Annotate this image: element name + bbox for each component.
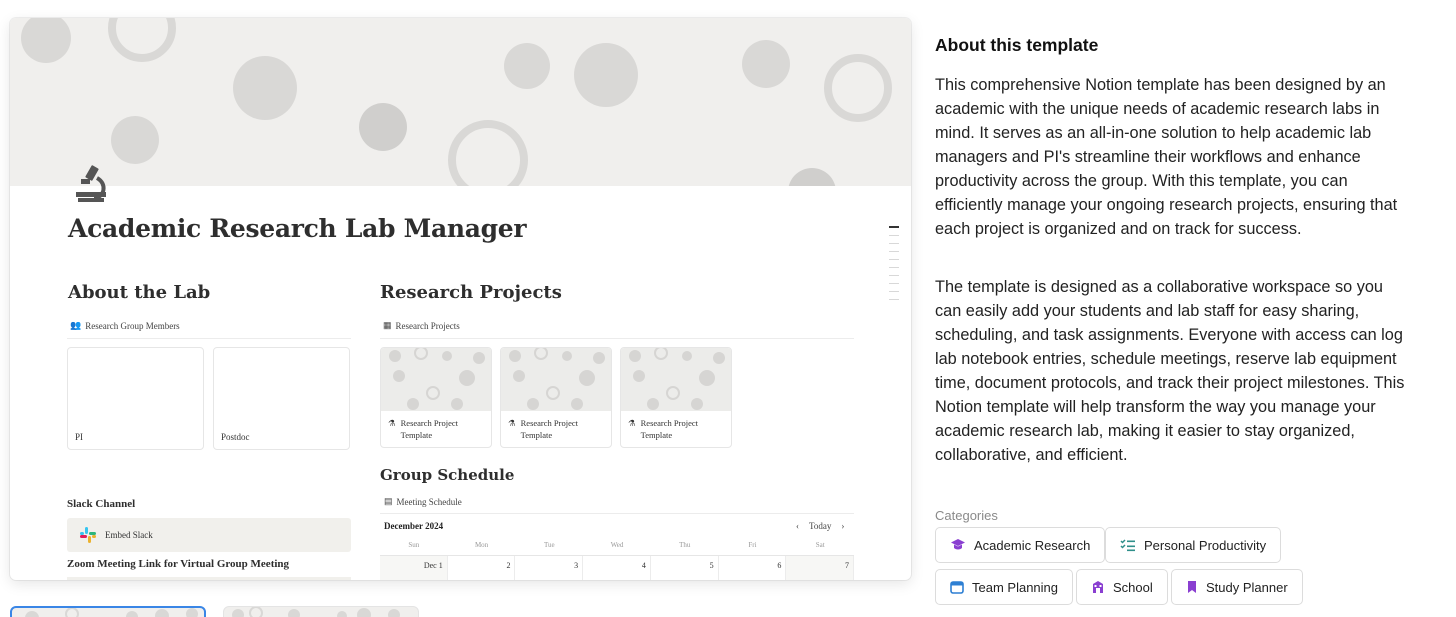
slack-icon (80, 527, 96, 543)
member-role: PI (75, 432, 84, 442)
weekday: Thu (679, 541, 691, 549)
zoom-link-block[interactable] (67, 577, 351, 580)
flask-icon: ⚗ (388, 418, 396, 428)
people-icon: 👥 (70, 320, 82, 330)
calendar-icon: ▤ (384, 496, 393, 506)
divider (67, 338, 351, 339)
category-school[interactable]: School (1076, 569, 1168, 605)
page-title: Academic Research Lab Manager (68, 214, 527, 243)
calendar-day[interactable]: 3 (515, 556, 584, 580)
weekday: Sat (815, 541, 825, 549)
research-project-card[interactable]: ⚗ Research Project Template (500, 347, 612, 448)
gallery-icon: ▦ (383, 320, 392, 330)
graduation-cap-icon (951, 539, 965, 550)
calendar-day[interactable]: 4 (583, 556, 651, 580)
calendar-nav: ‹ Today › (796, 521, 844, 531)
divider (380, 513, 854, 514)
member-role: Postdoc (221, 432, 250, 442)
calendar-day[interactable]: 5 (651, 556, 719, 580)
meeting-schedule-label[interactable]: ▤ Meeting Schedule (384, 496, 462, 507)
weekday: Tue (543, 541, 555, 549)
member-card-pi[interactable]: PI (67, 347, 204, 450)
category-team-planning[interactable]: Team Planning (935, 569, 1073, 605)
card-title: Research Project Template (400, 418, 458, 441)
weekday: Mon (474, 541, 489, 549)
flask-icon: ⚗ (508, 418, 516, 428)
calendar-day[interactable]: Dec 1 (380, 556, 448, 580)
category-study-planner[interactable]: Study Planner (1171, 569, 1303, 605)
slack-channel-heading: Slack Channel (67, 498, 136, 510)
divider (380, 338, 854, 339)
research-project-card[interactable]: ⚗ Research Project Template (380, 347, 492, 448)
calendar-month: December 2024 (384, 521, 444, 531)
preview-thumbnail[interactable] (223, 606, 419, 617)
template-preview[interactable]: Academic Research Lab Manager About the … (10, 18, 911, 580)
microscope-icon (76, 165, 106, 202)
about-paragraph-2: The template is designed as a collaborat… (935, 278, 1405, 464)
embed-slack-block[interactable]: Embed Slack (67, 518, 351, 552)
research-project-card[interactable]: ⚗ Research Project Template (620, 347, 732, 448)
cover-image (10, 18, 911, 186)
category-academic-research[interactable]: Academic Research (935, 527, 1106, 563)
group-schedule-heading: Group Schedule (380, 466, 515, 484)
checklist-icon (1120, 539, 1135, 552)
embed-slack-label: Embed Slack (105, 530, 153, 540)
research-projects-heading: Research Projects (380, 282, 562, 303)
calendar-day[interactable]: 7 (786, 556, 855, 580)
chevron-right-icon[interactable]: › (841, 521, 844, 531)
flask-icon: ⚗ (628, 418, 636, 428)
about-lab-heading: About the Lab (68, 282, 211, 303)
cover-circles-pattern (21, 18, 892, 186)
calendar-day[interactable]: 6 (719, 556, 787, 580)
calendar-week-row: Dec 1 2 3 4 5 6 7 (380, 555, 855, 580)
calendar-weekdays: Sun Mon Tue Wed Thu Fri Sat (380, 541, 854, 549)
card-title: Research Project Template (640, 418, 698, 441)
research-group-members-label[interactable]: 👥 Research Group Members (70, 320, 180, 331)
school-icon (1093, 581, 1103, 593)
weekday: Sun (408, 541, 420, 549)
categories-label: Categories (935, 508, 998, 523)
preview-thumbnail-selected[interactable] (10, 606, 206, 617)
research-projects-gallery-label[interactable]: ▦ Research Projects (383, 320, 460, 331)
category-personal-productivity[interactable]: Personal Productivity (1105, 527, 1282, 563)
calendar-day[interactable]: 2 (448, 556, 516, 580)
card-cover (501, 348, 611, 411)
calendar-icon (950, 581, 964, 594)
weekday: Wed (610, 541, 624, 549)
chevron-left-icon[interactable]: ‹ (796, 521, 799, 531)
today-button[interactable]: Today (809, 521, 831, 531)
card-title: Research Project Template (520, 418, 578, 441)
bookmark-icon (1188, 581, 1196, 593)
card-cover (621, 348, 731, 411)
about-template-title: About this template (935, 35, 1099, 55)
about-paragraph-1: This comprehensive Notion template has b… (935, 76, 1398, 238)
card-cover (381, 348, 491, 411)
member-card-postdoc[interactable]: Postdoc (213, 347, 350, 450)
table-of-contents[interactable] (889, 226, 899, 307)
zoom-heading: Zoom Meeting Link for Virtual Group Meet… (67, 558, 290, 570)
weekday: Fri (748, 541, 757, 549)
